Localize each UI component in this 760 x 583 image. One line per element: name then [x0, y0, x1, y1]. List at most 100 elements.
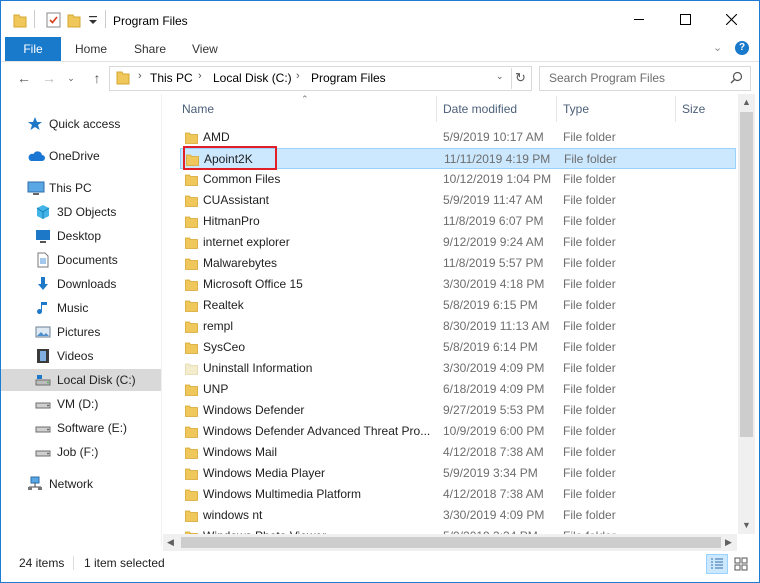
nav-item-local-disk-c[interactable]: Local Disk (C:) [1, 369, 161, 391]
nav-item-vm-d[interactable]: VM (D:) [1, 393, 161, 415]
horizontal-scrollbar[interactable]: ◀ ▶ [163, 534, 737, 551]
nav-item-videos[interactable]: Videos [1, 345, 161, 367]
tab-home[interactable]: Home [75, 42, 107, 56]
close-button[interactable] [708, 1, 754, 37]
file-row[interactable]: Windows Defender 9/27/2019 5:53 PM File fo… [180, 400, 736, 421]
file-row[interactable]: UNP 6/18/2019 4:09 PM File folder [180, 379, 736, 400]
file-row[interactable]: Microsoft Office 15 3/30/2019 4:18 PM File… [180, 274, 736, 295]
up-arrow-icon[interactable]: ↑ [87, 69, 107, 87]
item-count: 24 items [19, 556, 65, 570]
nav-item-music[interactable]: Music [1, 297, 161, 319]
forward-arrow-icon[interactable]: → [39, 69, 59, 87]
file-row[interactable]: Windows Mail 4/12/2018 7:38 AM File folder [180, 442, 736, 463]
column-header-type[interactable]: Type [563, 94, 673, 124]
scroll-right-icon[interactable]: ▶ [725, 537, 732, 548]
file-date-modified: 9/12/2019 9:24 AM [443, 235, 544, 249]
large-icons-view-button[interactable] [730, 554, 752, 574]
address-dropdown-icon[interactable]: ⌄ [496, 71, 504, 82]
file-row[interactable]: Common Files 10/12/2019 1:04 PM File folde… [180, 169, 736, 190]
file-row[interactable]: Windows Multimedia Platform 4/12/2018 7:3… [180, 484, 736, 505]
file-type: File folder [563, 403, 616, 417]
nav-item-3d-objects[interactable]: 3D Objects [1, 201, 161, 223]
file-date-modified: 5/9/2019 10:17 AM [443, 130, 544, 144]
column-divider[interactable] [675, 96, 676, 122]
help-icon[interactable]: ? [735, 41, 749, 55]
file-date-modified: 11/8/2019 6:07 PM [443, 214, 544, 228]
column-header-name[interactable]: Name [182, 94, 436, 124]
vertical-scrollbar[interactable]: ▲ ▼ [738, 94, 755, 534]
file-type: File folder [563, 256, 616, 270]
column-header-date[interactable]: Date modified [443, 94, 553, 124]
nav-item-pictures[interactable]: Pictures [1, 321, 161, 343]
star-icon [27, 116, 43, 132]
search-input[interactable]: Search Program Files [539, 66, 751, 91]
file-row[interactable]: windows nt 3/30/2019 4:09 PM File folder [180, 505, 736, 526]
nav-item-documents[interactable]: Documents [1, 249, 161, 271]
tab-view[interactable]: View [192, 42, 218, 56]
nav-item-onedrive[interactable]: OneDrive [1, 145, 161, 167]
file-row[interactable]: Malwarebytes 11/8/2019 5:57 PM File folder [180, 253, 736, 274]
nav-label: Videos [57, 349, 94, 363]
recent-locations-chevron-icon[interactable]: ⌄ [61, 69, 81, 87]
refresh-icon[interactable]: ↻ [515, 70, 526, 86]
search-placeholder: Search Program Files [549, 71, 666, 85]
scroll-down-icon[interactable]: ▼ [742, 520, 751, 530]
column-divider[interactable] [556, 96, 557, 122]
column-header-size[interactable]: Size [682, 94, 732, 124]
breadcrumb-program-files[interactable]: Program Files [311, 71, 386, 85]
nav-item-downloads[interactable]: Downloads [1, 273, 161, 295]
file-type: File folder [563, 382, 616, 396]
file-type: File folder [563, 214, 616, 228]
nav-item-software-e[interactable]: Software (E:) [1, 417, 161, 439]
nav-item-this-pc[interactable]: This PC [1, 177, 161, 199]
file-row[interactable]: Windows Defender Advanced Threat Pro... 1… [180, 421, 736, 442]
new-folder-icon[interactable] [67, 11, 81, 29]
file-row[interactable]: Windows Photo Viewer5/9/2019 3:34 PMFile… [180, 526, 736, 534]
column-divider[interactable] [436, 96, 437, 122]
scroll-up-icon[interactable]: ▲ [742, 97, 751, 107]
title-bar: Program Files [1, 1, 759, 37]
file-date-modified: 3/30/2019 4:09 PM [443, 508, 545, 522]
folder-icon [185, 299, 198, 312]
file-row[interactable]: Windows Media Player 5/9/2019 3:34 PM File… [180, 463, 736, 484]
music-note-icon [35, 300, 51, 316]
back-arrow-icon[interactable]: ← [14, 69, 34, 87]
folder-icon [185, 257, 198, 270]
breadcrumb-this-pc[interactable]: This PC [150, 71, 193, 85]
nav-item-network[interactable]: Network [1, 473, 161, 495]
file-row[interactable]: internet explorer 9/12/2019 9:24 AM File f… [180, 232, 736, 253]
nav-item-job-f[interactable]: Job (F:) [1, 441, 161, 463]
address-bar[interactable]: › This PC › Local Disk (C:) › Program Fi… [109, 66, 532, 91]
customize-dropdown-icon[interactable] [88, 11, 98, 29]
scroll-left-icon[interactable]: ◀ [167, 537, 174, 548]
file-type: File folder [563, 130, 616, 144]
file-name: Common Files [203, 172, 281, 186]
nav-item-quick-access[interactable]: Quick access [1, 113, 161, 135]
maximize-button[interactable] [662, 1, 708, 37]
breadcrumb-local-disk[interactable]: Local Disk (C:) [213, 71, 292, 85]
details-view-button[interactable] [706, 554, 728, 574]
horizontal-scroll-thumb[interactable] [181, 537, 721, 548]
tab-share[interactable]: Share [134, 42, 166, 56]
vertical-scroll-thumb[interactable] [740, 112, 753, 437]
file-row[interactable]: SysCeo 5/8/2019 6:14 PM File folder [180, 337, 736, 358]
breadcrumb-chevron-icon[interactable]: › [138, 70, 142, 82]
file-name: CUAssistant [203, 193, 270, 207]
file-date-modified: 10/12/2019 1:04 PM [443, 172, 552, 186]
file-name: Microsoft Office 15 [203, 277, 303, 291]
file-row[interactable]: rempl 8/30/2019 11:13 AM File folder [180, 316, 736, 337]
file-name: Malwarebytes [203, 256, 278, 270]
file-row[interactable]: Uninstall Information 3/30/2019 4:09 PM Fi… [180, 358, 736, 379]
breadcrumb-chevron-icon[interactable]: › [296, 70, 300, 82]
expand-ribbon-icon[interactable]: ⌄ [713, 41, 722, 54]
file-row[interactable]: AMD 5/9/2019 10:17 AM File folder [180, 127, 736, 148]
tab-file[interactable]: File [5, 37, 61, 61]
nav-item-desktop[interactable]: Desktop [1, 225, 161, 247]
minimize-button[interactable] [616, 1, 662, 37]
file-row[interactable]: HitmanPro 11/8/2019 6:07 PM File folder [180, 211, 736, 232]
properties-check-icon[interactable] [46, 11, 61, 29]
file-row[interactable]: CUAssistant 5/9/2019 11:47 AM File folder [180, 190, 736, 211]
breadcrumb-chevron-icon[interactable]: › [198, 70, 202, 82]
file-row[interactable]: Realtek 5/8/2019 6:15 PM File folder [180, 295, 736, 316]
folder-icon [185, 320, 198, 333]
